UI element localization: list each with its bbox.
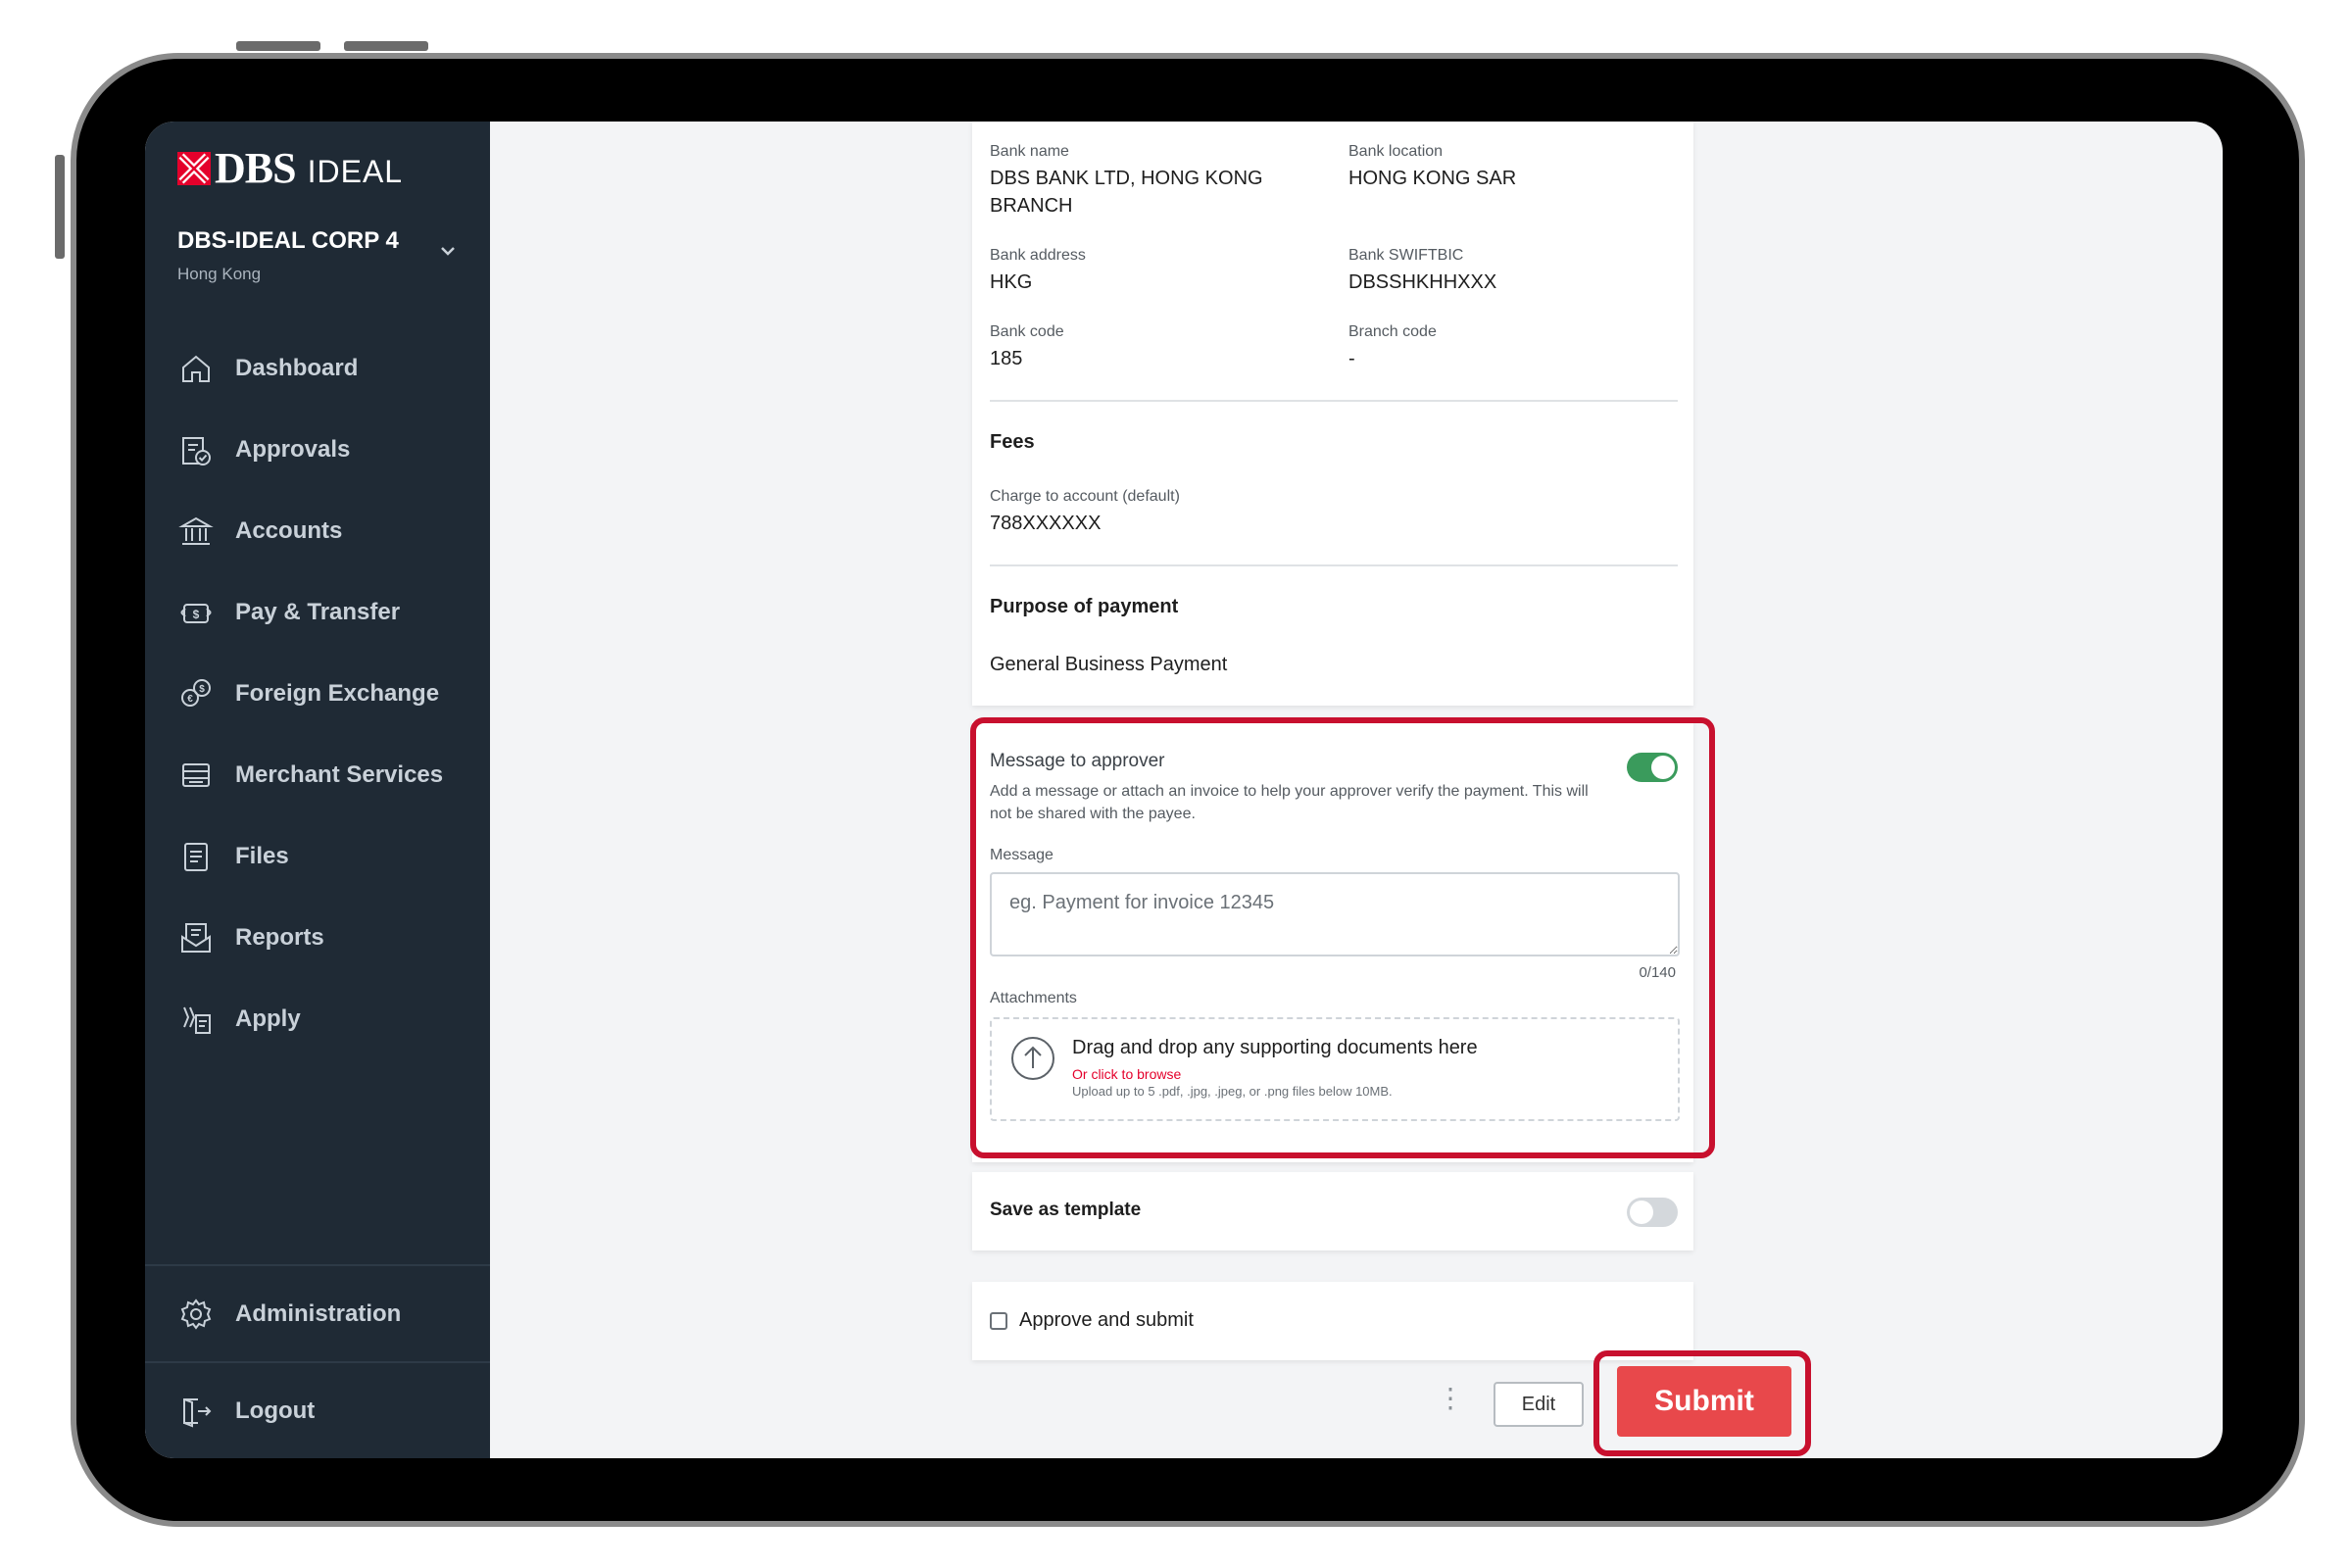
field-value: 788XXXXXX — [990, 513, 1102, 534]
submit-highlight — [1593, 1350, 1811, 1456]
dbs-star-icon — [177, 151, 211, 185]
field-value: - — [1348, 348, 1355, 369]
org-switcher[interactable]: DBS-IDEAL CORP 4 Hong Kong — [177, 227, 462, 284]
sidebar-footer: Administration Logout — [145, 1264, 490, 1458]
nav-item-logout[interactable]: Logout — [145, 1361, 490, 1458]
merchant-icon — [176, 756, 216, 795]
nav-label: Merchant Services — [235, 760, 444, 788]
nav-label: Foreign Exchange — [235, 679, 440, 707]
app-screen: DBS IDEAL DBS-IDEAL CORP 4 Hong Kong Das… — [145, 122, 2223, 1458]
nav-label: Pay & Transfer — [235, 598, 401, 625]
nav-label: Dashboard — [235, 354, 359, 381]
save-template-card: Save as template — [972, 1172, 1693, 1250]
field-label: Bank name — [990, 143, 1069, 160]
gear-icon — [176, 1295, 216, 1334]
branch-code-field: Branch code - — [1348, 323, 1672, 372]
nav-item-foreign-exchange[interactable]: $ € Foreign Exchange — [145, 653, 490, 734]
field-value: HKG — [990, 271, 1033, 293]
field-label: Bank SWIFTBIC — [1348, 247, 1464, 264]
logo-wordmark: DBS — [215, 144, 297, 192]
home-icon — [176, 349, 216, 388]
device-side-button — [55, 155, 65, 259]
nav-item-apply[interactable]: Apply — [145, 978, 490, 1059]
main-nav: Dashboard Approvals Accounts $ Pay & Tra… — [145, 327, 490, 1059]
approve-submit-label: Approve and submit — [1019, 1309, 1194, 1331]
nav-item-pay-transfer[interactable]: $ Pay & Transfer — [145, 571, 490, 653]
currency-exchange-icon: $ € — [176, 674, 216, 713]
divider — [990, 400, 1678, 402]
purpose-value: General Business Payment — [990, 654, 1228, 675]
svg-text:$: $ — [193, 608, 200, 621]
nav-label: Apply — [235, 1004, 301, 1032]
nav-item-administration[interactable]: Administration — [145, 1264, 490, 1361]
bank-address-field: Bank address HKG — [990, 247, 1313, 296]
logo-product: IDEAL — [307, 154, 404, 189]
edit-button[interactable]: Edit — [1494, 1382, 1584, 1427]
field-value: 185 — [990, 348, 1023, 369]
nav-label: Files — [235, 842, 289, 869]
charge-account-field: Charge to account (default) 788XXXXXX — [990, 488, 1382, 537]
logout-icon — [176, 1392, 216, 1431]
nav-item-approvals[interactable]: Approvals — [145, 409, 490, 490]
approver-message-highlight — [970, 717, 1715, 1158]
nav-item-dashboard[interactable]: Dashboard — [145, 327, 490, 409]
device-top-button-2 — [344, 41, 428, 51]
nav-item-merchant-services[interactable]: Merchant Services — [145, 734, 490, 815]
file-icon — [176, 837, 216, 876]
approve-submit-checkbox[interactable] — [990, 1312, 1007, 1330]
bank-icon — [176, 512, 216, 551]
save-template-toggle[interactable] — [1627, 1198, 1678, 1227]
nav-label: Accounts — [235, 516, 343, 544]
nav-item-files[interactable]: Files — [145, 815, 490, 897]
nav-label: Approvals — [235, 435, 351, 463]
bank-swift-field: Bank SWIFTBIC DBSSHKHHXXX — [1348, 247, 1672, 296]
device-top-button-1 — [236, 41, 320, 51]
apply-icon — [176, 1000, 216, 1039]
nav-item-accounts[interactable]: Accounts — [145, 490, 490, 571]
field-label: Bank address — [990, 247, 1086, 264]
field-label: Bank location — [1348, 143, 1444, 160]
nav-label: Reports — [235, 923, 324, 951]
org-region: Hong Kong — [177, 265, 262, 283]
field-label: Charge to account (default) — [990, 488, 1180, 505]
dbs-ideal-logo[interactable]: DBS IDEAL — [177, 143, 403, 193]
payment-details-card: Bank name DBS BANK LTD, HONG KONG BRANCH… — [972, 122, 1693, 706]
toggle-knob — [1630, 1200, 1653, 1224]
transfer-icon: $ — [176, 593, 216, 632]
bank-location-field: Bank location HONG KONG SAR — [1348, 143, 1672, 192]
field-value: DBSSHKHHXXX — [1348, 271, 1497, 293]
divider — [990, 564, 1678, 566]
nav-label: Logout — [235, 1396, 316, 1424]
purpose-title: Purpose of payment — [990, 596, 1179, 617]
approvals-icon — [176, 430, 216, 469]
bank-code-field: Bank code 185 — [990, 323, 1313, 372]
nav-label: Administration — [235, 1299, 402, 1327]
field-value: HONG KONG SAR — [1348, 168, 1517, 189]
field-label: Bank code — [990, 323, 1064, 340]
field-value: DBS BANK LTD, HONG KONG BRANCH — [990, 168, 1263, 217]
org-name: DBS-IDEAL CORP 4 — [177, 227, 399, 254]
more-options-button[interactable]: ⋮ — [1437, 1382, 1464, 1414]
svg-text:€: € — [187, 694, 193, 705]
sidebar: DBS IDEAL DBS-IDEAL CORP 4 Hong Kong Das… — [145, 122, 490, 1458]
field-label: Branch code — [1348, 323, 1437, 340]
save-template-label: Save as template — [990, 1200, 1142, 1220]
fees-title: Fees — [990, 431, 1035, 453]
chevron-down-icon — [441, 247, 455, 256]
nav-item-reports[interactable]: Reports — [145, 897, 490, 978]
svg-text:$: $ — [199, 684, 205, 695]
bank-name-field: Bank name DBS BANK LTD, HONG KONG BRANCH — [990, 143, 1284, 220]
approve-submit-card: Approve and submit — [972, 1282, 1693, 1360]
report-icon — [176, 918, 216, 957]
